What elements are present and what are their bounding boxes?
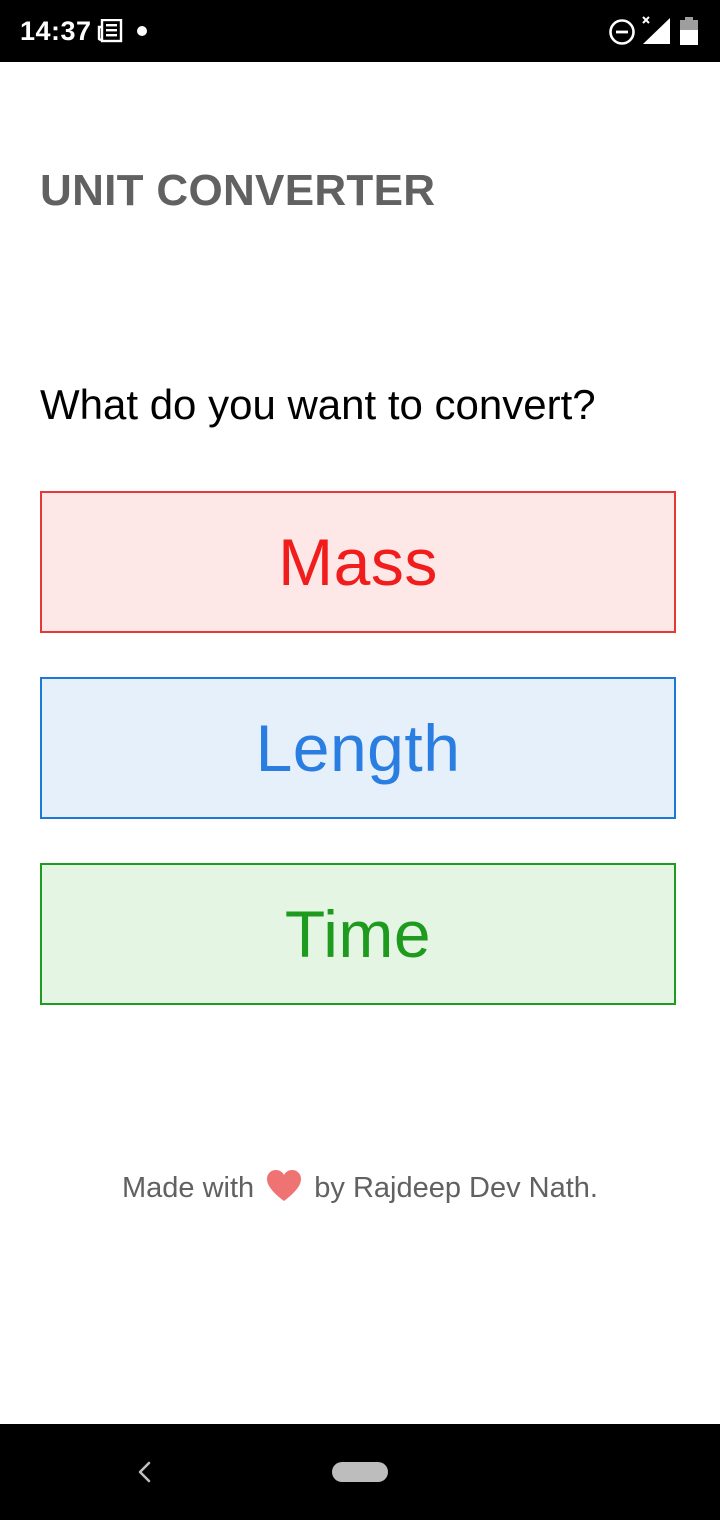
length-option-button[interactable]: Length — [40, 677, 676, 819]
home-pill[interactable] — [332, 1462, 388, 1482]
footer-text-before: Made with — [121, 1172, 255, 1204]
time-option-label: Time — [284, 897, 432, 971]
status-time: 14:37 — [20, 16, 92, 46]
mass-option-button[interactable]: Mass — [40, 491, 676, 633]
status-bar: 14:37 — [0, 0, 720, 62]
heart-icon — [267, 1170, 302, 1201]
time-option-button[interactable]: Time — [40, 863, 676, 1005]
app-title: UNIT CONVERTER — [40, 166, 436, 215]
back-icon[interactable] — [132, 1457, 156, 1487]
length-option-label: Length — [255, 711, 461, 785]
conversion-prompt: What do you want to convert? — [40, 381, 596, 428]
news-icon — [97, 19, 123, 43]
footer-text-after: by Rajdeep Dev Nath. — [314, 1172, 598, 1204]
do-not-disturb-icon — [609, 19, 635, 45]
footer-credit: Made with by Rajdeep Dev Nath. — [0, 1166, 720, 1210]
notification-dot-icon — [137, 26, 147, 36]
screen: 14:37 UNIT CONVERTER What do you want to… — [0, 0, 720, 1520]
signal-icon — [642, 16, 670, 44]
mass-option-label: Mass — [278, 525, 438, 599]
battery-icon — [680, 17, 698, 45]
navigation-bar — [0, 1424, 720, 1520]
